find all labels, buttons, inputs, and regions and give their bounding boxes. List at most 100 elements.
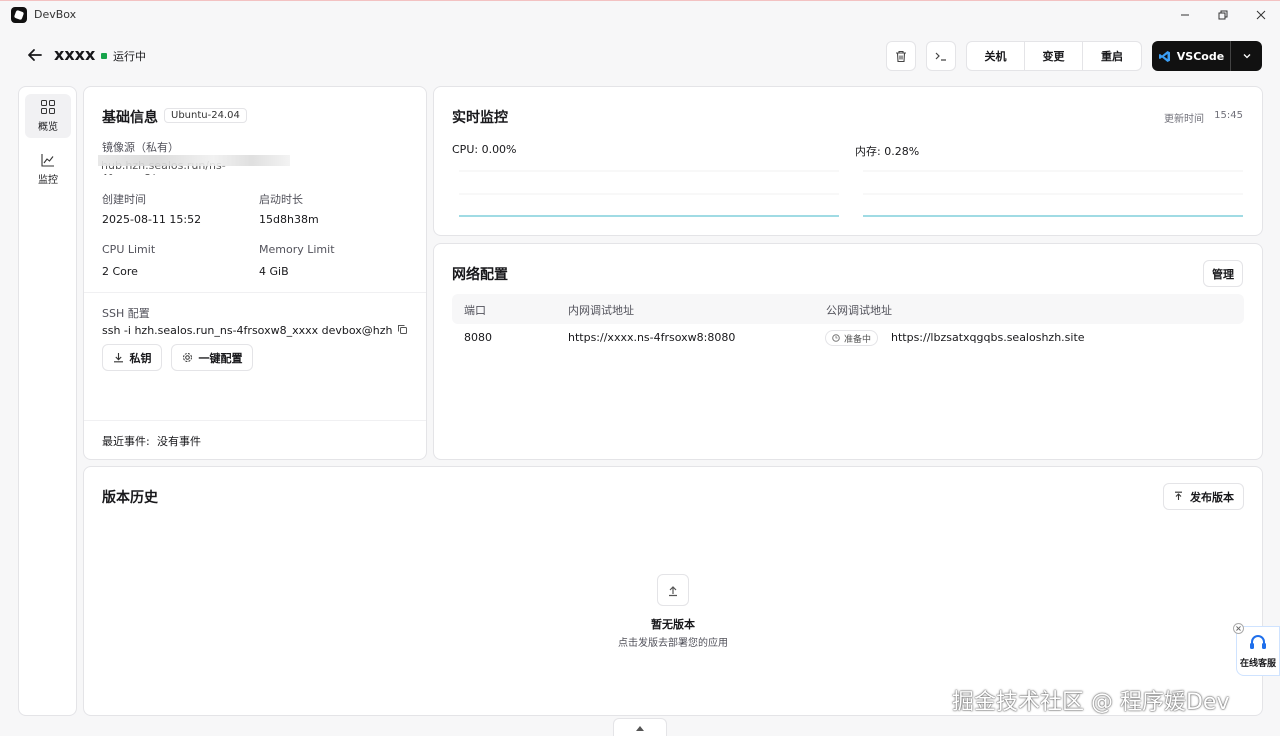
- update-time-label: 更新时间: [1164, 114, 1204, 125]
- manage-button[interactable]: 管理: [1203, 260, 1243, 287]
- public-address[interactable]: https://lbzsatxqgqbs.sealoshzh.site: [891, 331, 1085, 344]
- publish-version-button[interactable]: 发布版本: [1163, 483, 1244, 510]
- column-header-public: 公网调试地址: [826, 304, 892, 317]
- vscode-icon: [1158, 50, 1170, 62]
- upload-icon: [669, 586, 677, 597]
- trash-icon: [896, 50, 906, 63]
- memory-limit-label: Memory Limit: [259, 243, 335, 256]
- empty-state-description: 点击发版去部署您的应用: [618, 638, 728, 649]
- sidebar-item-monitor[interactable]: 监控: [25, 147, 71, 191]
- memory-chart: [863, 170, 1243, 217]
- version-history-title: 版本历史: [102, 490, 158, 506]
- vscode-label: VSCode: [1176, 49, 1225, 63]
- watermark-text: 掘金技术社区 @ 程序媛Dev: [952, 690, 1230, 715]
- online-support-label: 在线客服: [1239, 658, 1276, 669]
- restart-button[interactable]: 重启: [1083, 42, 1141, 70]
- uptime-label: 启动时长: [259, 193, 303, 206]
- minimize-icon: [1181, 14, 1189, 16]
- minimize-button[interactable]: [1166, 1, 1204, 29]
- vscode-button[interactable]: VSCode: [1152, 41, 1262, 71]
- uptime-value: 15d8h38m: [259, 213, 319, 226]
- close-icon: [1256, 10, 1266, 20]
- cpu-chart: [459, 170, 839, 217]
- sidebar-item-overview[interactable]: 概览: [25, 94, 71, 138]
- memory-usage-label: 内存: 0.28%: [855, 145, 920, 158]
- window-controls: [1166, 1, 1280, 29]
- app-title: DevBox: [34, 8, 77, 21]
- one-click-config-label: 一键配置: [198, 351, 243, 365]
- publish-version-label: 发布版本: [1190, 490, 1234, 504]
- os-badge: Ubuntu-24.04: [164, 108, 247, 123]
- recent-events-value: 没有事件: [157, 435, 201, 448]
- ssh-command: ssh -i hzh.sealos.run_ns-4frsoxw8_xxxx d…: [102, 324, 392, 337]
- created-label: 创建时间: [102, 193, 146, 206]
- sidebar: 概览 监控: [18, 86, 77, 716]
- shutdown-button[interactable]: 关机: [967, 42, 1025, 70]
- port-value: 8080: [464, 331, 492, 344]
- cpu-limit-label: CPU Limit: [102, 243, 156, 256]
- created-value: 2025-08-11 15:52: [102, 213, 202, 226]
- network-table-header: 端口 内网调试地址 公网调试地址: [452, 294, 1244, 324]
- restore-button[interactable]: [1204, 1, 1242, 29]
- title-bar: DevBox: [0, 0, 1280, 28]
- page-header: xxxx 运行中 关机 变更 重启 VSCode: [0, 38, 1280, 74]
- public-status-text: 准备中: [844, 334, 872, 345]
- version-history-card: 版本历史 发布版本 暂无版本 点击发版去部署您的应用: [83, 466, 1263, 716]
- one-click-config-button[interactable]: 一键配置: [171, 344, 253, 371]
- online-support-widget[interactable]: × 在线客服: [1233, 623, 1280, 676]
- vscode-open-button[interactable]: VSCode: [1152, 41, 1230, 71]
- power-button-group: 关机 变更 重启: [966, 41, 1142, 71]
- bottom-panel-toggle[interactable]: [613, 718, 667, 736]
- status-text: 运行中: [113, 50, 146, 63]
- ide-dropdown-button[interactable]: [1231, 41, 1262, 71]
- download-icon: [113, 353, 123, 363]
- private-key-button[interactable]: 私钥: [102, 344, 162, 371]
- devbox-name: xxxx: [54, 45, 96, 64]
- upload-icon: [1175, 491, 1182, 500]
- close-window-button[interactable]: [1242, 1, 1280, 29]
- copy-icon: [398, 325, 407, 334]
- private-key-label: 私钥: [129, 351, 152, 365]
- recent-events-label: 最近事件:: [102, 435, 150, 448]
- headset-icon: [1250, 634, 1266, 649]
- terminal-button[interactable]: [926, 41, 956, 71]
- network-title: 网络配置: [452, 267, 508, 283]
- column-header-internal: 内网调试地址: [568, 304, 634, 317]
- column-header-port: 端口: [464, 304, 486, 317]
- empty-state-icon: [657, 574, 689, 606]
- redaction-blur: [98, 155, 290, 166]
- gear-icon: [182, 353, 192, 362]
- internal-address[interactable]: https://xxxx.ns-4frsoxw8:8080: [568, 331, 735, 344]
- grid-icon: [41, 100, 55, 114]
- image-source-label: 镜像源（私有）: [102, 141, 179, 154]
- delete-button[interactable]: [886, 41, 916, 71]
- section-divider: [84, 420, 426, 421]
- line-chart-icon: [41, 154, 54, 167]
- close-support-button[interactable]: ×: [1233, 623, 1244, 634]
- sidebar-item-label: 监控: [38, 175, 58, 186]
- sidebar-item-label: 概览: [38, 122, 58, 133]
- network-card: 网络配置 管理 端口 内网调试地址 公网调试地址 8080 https://xx…: [433, 243, 1263, 460]
- monitor-card: 实时监控 更新时间 15:45 CPU: 0.00% 内存: 0.28%: [433, 86, 1263, 236]
- basic-info-card: 基础信息 Ubuntu-24.04 镜像源（私有） hub.hzh.sealos…: [83, 86, 427, 460]
- restore-icon: [1218, 10, 1228, 20]
- status-badge: 运行中: [101, 48, 146, 64]
- copy-ssh-button[interactable]: [397, 324, 408, 338]
- memory-limit-value: 4 GiB: [259, 265, 289, 278]
- status-dot-icon: [101, 53, 107, 59]
- app-logo-icon: [11, 6, 27, 23]
- empty-state-title: 暂无版本: [651, 618, 695, 631]
- monitor-title: 实时监控: [452, 110, 508, 126]
- cpu-limit-value: 2 Core: [102, 265, 138, 278]
- update-time-value: 15:45: [1214, 110, 1243, 121]
- arrow-left-icon: [28, 49, 42, 61]
- chevron-down-icon: [1243, 54, 1250, 59]
- basic-info-title: 基础信息: [102, 110, 158, 126]
- back-button[interactable]: [26, 46, 44, 64]
- terminal-icon: [935, 52, 946, 61]
- ssh-config-label: SSH 配置: [102, 307, 150, 320]
- clock-icon: [832, 334, 840, 342]
- triangle-up-icon: [636, 725, 644, 731]
- cpu-usage-label: CPU: 0.00%: [452, 143, 517, 156]
- change-button[interactable]: 变更: [1025, 42, 1083, 70]
